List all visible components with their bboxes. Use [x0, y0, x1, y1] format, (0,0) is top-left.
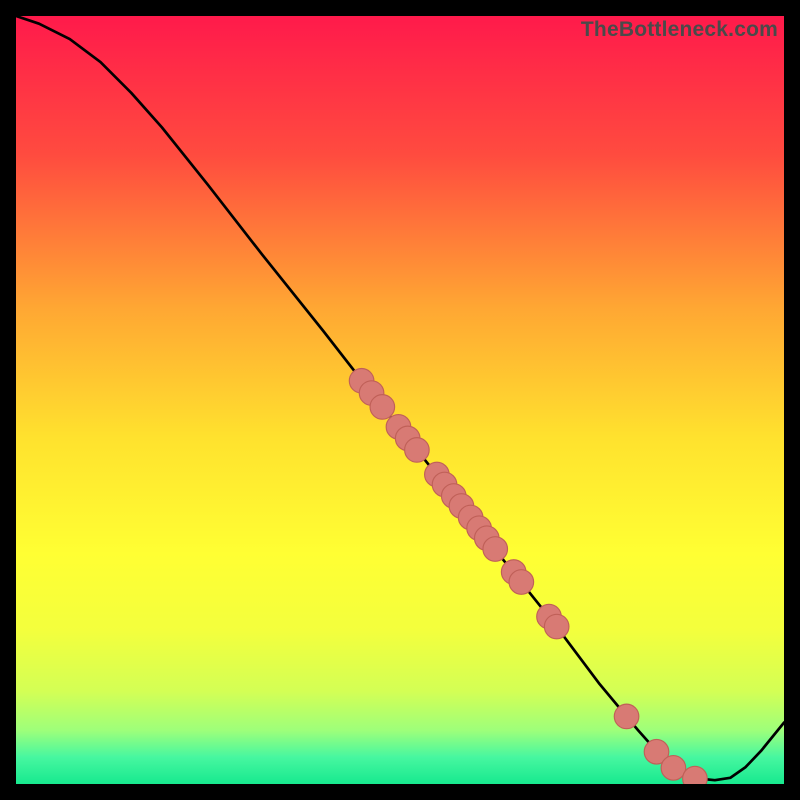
plot-area: TheBottleneck.com [16, 16, 784, 784]
data-dot [614, 704, 639, 729]
data-dot [661, 756, 686, 781]
watermark-text: TheBottleneck.com [581, 18, 778, 42]
data-dot [370, 395, 395, 420]
data-dot [483, 537, 508, 562]
data-dot [544, 614, 569, 639]
chart-svg [16, 16, 784, 784]
data-dot [405, 438, 430, 463]
gradient-background [16, 16, 784, 784]
data-dot [509, 570, 534, 595]
chart-stage: TheBottleneck.com [0, 0, 800, 800]
